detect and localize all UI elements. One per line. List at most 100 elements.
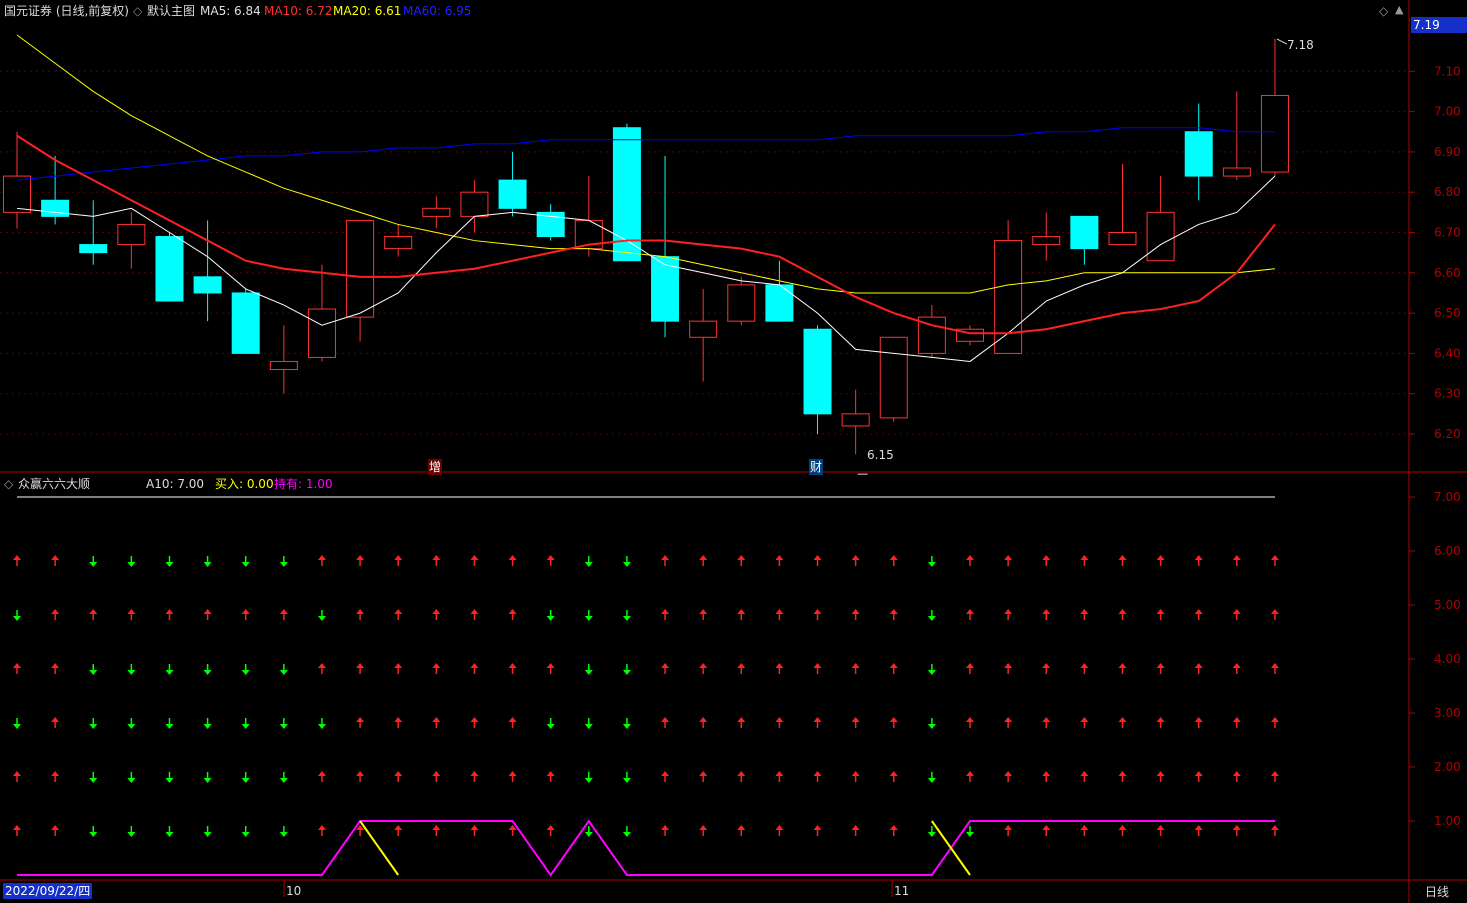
candle-body	[346, 219, 375, 318]
up-arrow-icon	[356, 663, 365, 674]
down-arrow-icon	[927, 610, 936, 621]
up-arrow-icon	[51, 609, 60, 620]
up-arrow-icon	[1194, 717, 1203, 728]
candle-body	[994, 240, 1023, 354]
up-arrow-icon	[1118, 663, 1127, 674]
up-arrow-icon	[1004, 609, 1013, 620]
up-arrow-icon	[737, 771, 746, 782]
up-arrow-icon	[1156, 717, 1165, 728]
price-tick-label: 6.60	[1434, 266, 1461, 280]
up-arrow-icon	[1042, 663, 1051, 674]
ma5-line	[16, 175, 1276, 362]
template-label[interactable]: 默认主图	[147, 3, 195, 19]
down-arrow-icon	[546, 718, 555, 729]
caret-up-icon[interactable]: ▲	[1395, 2, 1403, 18]
up-arrow-icon	[546, 825, 555, 836]
indicator-tick-label: 2.00	[1434, 760, 1461, 774]
up-arrow-icon	[851, 663, 860, 674]
stock-title[interactable]: 国元证券 (日线,前复权)	[4, 3, 129, 19]
up-arrow-icon	[51, 771, 60, 782]
event-marker-zeng[interactable]: 增	[428, 459, 443, 475]
candle-body	[384, 236, 413, 250]
template-toggle-icon[interactable]: ◇	[133, 3, 142, 19]
up-arrow-icon	[1004, 555, 1013, 566]
up-arrow-icon	[775, 555, 784, 566]
down-arrow-icon	[927, 826, 936, 837]
up-arrow-icon	[432, 555, 441, 566]
candle-body	[460, 191, 489, 217]
down-arrow-icon	[584, 826, 593, 837]
indicator-tick-label: 1.00	[1434, 814, 1461, 828]
up-arrow-icon	[508, 609, 517, 620]
up-arrow-icon	[508, 717, 517, 728]
down-arrow-icon	[165, 772, 174, 783]
down-arrow-icon	[584, 718, 593, 729]
indicator-collapse-icon[interactable]: ◇	[4, 476, 13, 492]
up-arrow-icon	[775, 609, 784, 620]
candle-body	[1260, 94, 1289, 173]
month-nov-label: 11	[894, 884, 910, 898]
down-arrow-icon	[241, 772, 250, 783]
up-arrow-icon	[851, 717, 860, 728]
up-arrow-icon	[775, 663, 784, 674]
up-arrow-icon	[775, 717, 784, 728]
up-arrow-icon	[1232, 663, 1241, 674]
up-arrow-icon	[737, 825, 746, 836]
down-arrow-icon	[127, 718, 136, 729]
up-arrow-icon	[1194, 825, 1203, 836]
up-arrow-icon	[775, 771, 784, 782]
down-arrow-icon	[584, 610, 593, 621]
down-arrow-icon	[13, 718, 21, 729]
candle-body	[727, 284, 756, 322]
up-arrow-icon	[889, 771, 898, 782]
period-button-daily[interactable]: 日线	[1425, 884, 1449, 900]
indicator-tick-label: 5.00	[1434, 598, 1461, 612]
current-price-tag: 7.19	[1411, 17, 1467, 33]
up-arrow-icon	[889, 609, 898, 620]
up-arrow-icon	[699, 825, 708, 836]
ma60-label: MA60: 6.95	[403, 4, 472, 18]
up-arrow-icon	[51, 555, 60, 566]
up-arrow-icon	[546, 663, 555, 674]
a10-label: A10: 7.00	[146, 477, 205, 491]
candle-body	[193, 276, 222, 294]
down-arrow-icon	[203, 718, 212, 729]
up-arrow-icon	[1042, 825, 1051, 836]
down-arrow-icon	[546, 610, 555, 621]
down-arrow-icon	[927, 772, 936, 783]
up-arrow-icon	[1232, 825, 1241, 836]
chart-canvas[interactable]: 7.10 7.00 6.90 6.80 6.70 6.60 6.50 6.40 6.30 6.20…	[0, 0, 1467, 903]
up-arrow-icon	[470, 825, 479, 836]
up-arrow-icon	[1194, 609, 1203, 620]
price-tick-label: 6.70	[1434, 226, 1461, 240]
down-arrow-icon	[622, 826, 631, 837]
up-arrow-icon	[1156, 555, 1165, 566]
up-arrow-icon	[699, 609, 708, 620]
up-arrow-icon	[1270, 771, 1279, 782]
down-arrow-icon	[127, 772, 136, 783]
down-arrow-icon	[241, 718, 250, 729]
ma10-label: MA10: 6.72	[264, 4, 333, 18]
up-arrow-icon	[279, 609, 288, 620]
up-arrow-icon	[1118, 825, 1127, 836]
up-arrow-icon	[1156, 663, 1165, 674]
event-marker-cai[interactable]: 财	[809, 459, 824, 475]
down-arrow-icon	[89, 826, 98, 837]
up-arrow-icon	[1042, 609, 1051, 620]
diamond-icon[interactable]: ◇	[1379, 3, 1388, 19]
month-oct-label: 10	[286, 884, 302, 898]
down-arrow-icon	[165, 556, 174, 567]
candle-body	[269, 360, 298, 371]
indicator-name[interactable]: 众赢六六大顺	[18, 476, 90, 492]
up-arrow-icon	[699, 717, 708, 728]
up-arrow-icon	[661, 663, 670, 674]
up-arrow-icon	[661, 555, 670, 566]
down-arrow-icon	[927, 556, 936, 567]
up-arrow-icon	[661, 717, 670, 728]
down-arrow-icon	[13, 610, 21, 621]
down-arrow-icon	[203, 772, 212, 783]
up-arrow-icon	[508, 663, 517, 674]
up-arrow-icon	[813, 663, 822, 674]
ma20-line	[16, 34, 1276, 294]
up-arrow-icon	[889, 663, 898, 674]
